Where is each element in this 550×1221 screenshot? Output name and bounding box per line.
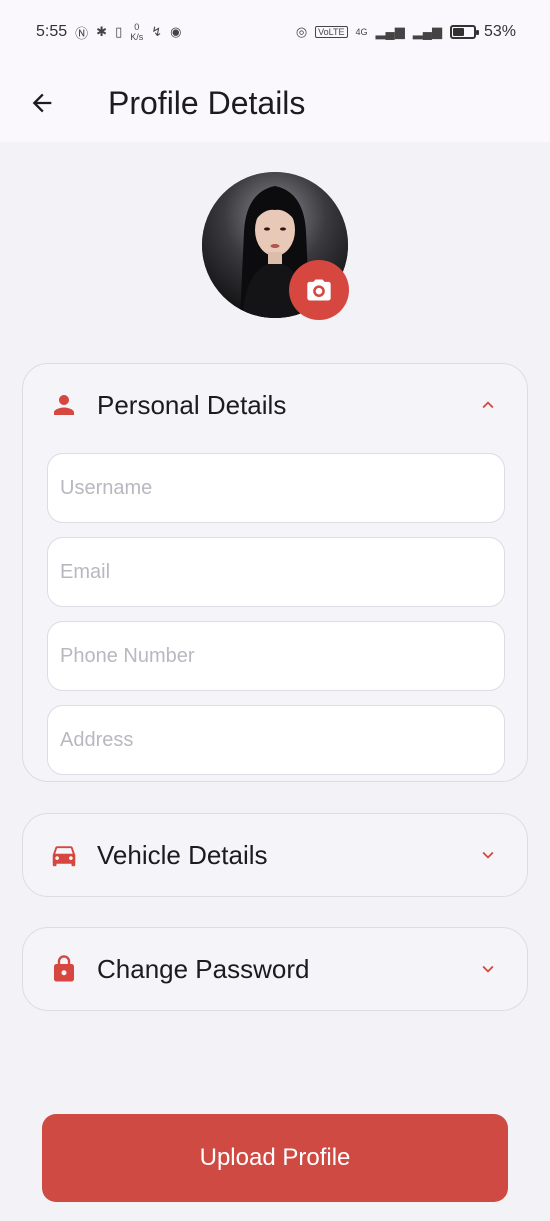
battery-icon — [449, 25, 479, 39]
change-password-header[interactable]: Change Password — [23, 928, 527, 1010]
network-type-label: 4G — [355, 27, 368, 37]
missed-call-icon: ↯ — [151, 24, 163, 39]
status-right: ◎ VoLTE 4G ▂▄▆ ▂▄▆ 53% — [296, 23, 516, 41]
back-button[interactable] — [20, 81, 64, 125]
vehicle-details-title: Vehicle Details — [97, 839, 268, 870]
page-title: Profile Details — [108, 84, 306, 121]
upload-profile-button[interactable]: Upload Profile — [42, 1114, 508, 1202]
address-field[interactable] — [47, 705, 505, 775]
status-bar: 5:55 Ⓝ ✱ ▯ 0 K/s ↯ ◉ ◎ VoLTE 4G ▂▄▆ ▂▄▆ … — [0, 0, 550, 64]
vibrate-icon: ▯ — [115, 24, 123, 39]
change-password-title: Change Password — [97, 953, 310, 984]
person-icon — [49, 390, 79, 420]
phone-number-field[interactable] — [47, 621, 505, 691]
nfc-icon: Ⓝ — [75, 25, 89, 41]
status-left: 5:55 Ⓝ ✱ ▯ 0 K/s ↯ ◉ — [36, 22, 181, 42]
personal-details-card: Personal Details — [22, 363, 528, 782]
camera-icon — [307, 279, 331, 301]
chevron-down-icon — [477, 844, 499, 866]
signal-2-icon: ▂▄▆ — [412, 24, 442, 39]
network-speed-unit: K/s — [130, 32, 144, 42]
avatar-container — [202, 172, 349, 320]
volte-badge: VoLTE — [315, 26, 348, 38]
change-photo-button[interactable] — [289, 260, 349, 320]
change-password-card: Change Password — [22, 927, 528, 1011]
signal-icon: ▂▄▆ — [375, 24, 405, 39]
chevron-down-icon — [477, 958, 499, 980]
hotspot-icon: ◎ — [295, 24, 308, 39]
username-field[interactable] — [47, 453, 505, 523]
vehicle-details-card: Vehicle Details — [22, 813, 528, 897]
personal-details-title: Personal Details — [97, 389, 287, 420]
personal-details-header[interactable]: Personal Details — [23, 364, 527, 446]
battery-percent: 53% — [483, 23, 516, 40]
vehicle-details-header[interactable]: Vehicle Details — [23, 814, 527, 896]
network-speed-value: 0 — [134, 22, 140, 32]
bluetooth-icon: ✱ — [96, 24, 108, 39]
status-time: 5:55 — [36, 23, 68, 40]
network-speed: 0 K/s — [130, 22, 143, 42]
car-icon — [49, 840, 79, 870]
chevron-up-icon — [477, 394, 499, 416]
lock-icon — [49, 954, 79, 984]
app-bar: Profile Details — [0, 64, 550, 142]
email-field[interactable] — [47, 537, 505, 607]
app-notification-icon: ◉ — [170, 24, 182, 39]
arrow-left-icon — [32, 93, 52, 113]
